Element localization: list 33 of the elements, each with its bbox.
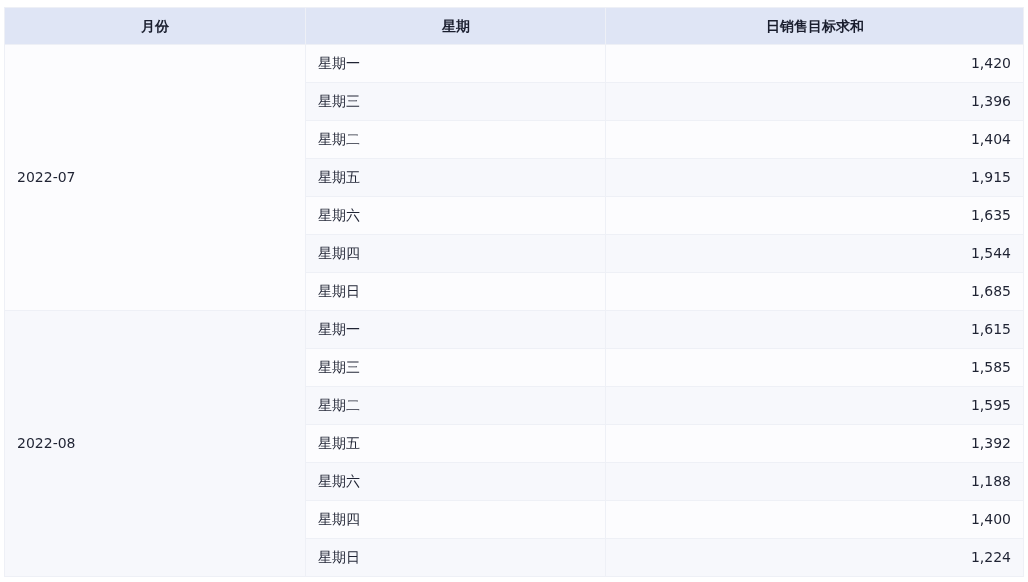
column-header: 月份 [4, 7, 306, 45]
table-cell: 1,635 [605, 196, 1024, 235]
table-cell: 1,392 [605, 424, 1024, 463]
table-cell: 1,915 [605, 158, 1024, 197]
table-cell: 1,615 [605, 310, 1024, 349]
table-cell: 1,188 [605, 462, 1024, 501]
table-cell: 1,685 [605, 272, 1024, 311]
table-cell: 星期六 [305, 462, 606, 501]
table-cell: 星期一 [305, 44, 606, 83]
table-cell: 星期日 [305, 538, 606, 577]
table-cell: 星期四 [305, 500, 606, 539]
table-cell: 星期一 [305, 310, 606, 349]
table-cell: 星期五 [305, 424, 606, 463]
table-cell: 1,420 [605, 44, 1024, 83]
table-cell: 1,224 [605, 538, 1024, 577]
table-cell: 星期四 [305, 234, 606, 273]
table-cell: 星期三 [305, 348, 606, 387]
table-cell: 1,544 [605, 234, 1024, 273]
table-cell: 星期二 [305, 120, 606, 159]
column-header: 星期 [305, 7, 606, 45]
table-cell: 1,585 [605, 348, 1024, 387]
table-cell: 2022-07 [4, 44, 306, 311]
table-cell: 1,404 [605, 120, 1024, 159]
column-header: 日销售目标求和 [605, 7, 1024, 45]
table-cell: 2022-08 [4, 310, 306, 577]
table-cell: 星期日 [305, 272, 606, 311]
table-cell: 星期二 [305, 386, 606, 425]
table-cell: 星期六 [305, 196, 606, 235]
table-cell: 1,396 [605, 82, 1024, 121]
table-cell: 星期三 [305, 82, 606, 121]
table-cell: 星期五 [305, 158, 606, 197]
table-cell: 1,400 [605, 500, 1024, 539]
table-cell: 1,595 [605, 386, 1024, 425]
